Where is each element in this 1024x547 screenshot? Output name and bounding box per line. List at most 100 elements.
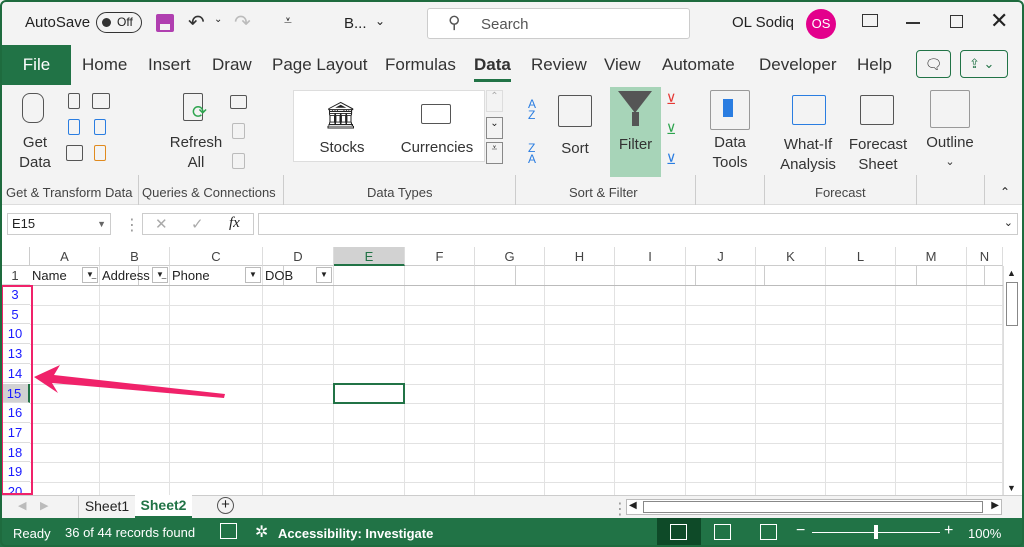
zoom-out-icon[interactable]: − — [796, 522, 805, 540]
data-tools-button[interactable]: Data Tools — [705, 87, 755, 177]
doc-name-chevron-icon[interactable]: ⌄ — [375, 14, 385, 28]
page-layout-view-icon[interactable] — [714, 524, 731, 540]
column-header-M[interactable]: M — [896, 247, 967, 266]
tab-draw[interactable]: Draw — [212, 55, 252, 75]
column-header-H[interactable]: H — [545, 247, 615, 266]
comments-button[interactable]: 🗨 — [916, 50, 951, 78]
advanced-filter-icon[interactable]: ⊻ — [666, 151, 676, 168]
header-cell[interactable]: Phone ▼ — [172, 267, 261, 283]
macro-recording-icon[interactable] — [220, 523, 237, 539]
header-cell[interactable]: Name ▼̲ — [32, 267, 98, 283]
tab-home[interactable]: Home — [82, 55, 127, 75]
horizontal-scrollbar[interactable]: ◀ ▶ — [626, 499, 1002, 515]
undo-dropdown-icon[interactable]: ⌄ — [214, 14, 222, 25]
header-cell[interactable]: DOB ▼ — [265, 267, 332, 283]
from-text-icon[interactable] — [68, 93, 80, 109]
collapse-ribbon-icon[interactable]: ⌃ — [1000, 185, 1010, 199]
reapply-filter-icon[interactable]: ⊻ — [666, 121, 676, 138]
column-header-B[interactable]: B — [100, 247, 170, 266]
name-box[interactable]: E15 ▼ — [7, 213, 111, 235]
column-header-K[interactable]: K — [756, 247, 826, 266]
properties-icon[interactable] — [232, 123, 245, 139]
column-header-F[interactable]: F — [405, 247, 475, 266]
scroll-left-icon[interactable]: ◀ — [18, 499, 26, 512]
forecast-sheet-button[interactable]: Forecast Sheet — [846, 87, 910, 177]
insert-function-icon[interactable]: fx — [229, 215, 240, 232]
filter-button[interactable]: Filter — [610, 87, 661, 177]
stocks-button[interactable]: 🏛 Stocks — [312, 96, 372, 158]
from-picture-icon[interactable] — [92, 93, 110, 109]
filter-dropdown-icon[interactable]: ▼ — [245, 267, 261, 283]
filter-applied-dropdown-icon[interactable]: ▼̲ — [152, 267, 168, 283]
clear-filter-icon[interactable]: ⊻ — [666, 91, 676, 108]
normal-view-button[interactable] — [657, 518, 701, 547]
recent-sources-icon[interactable] — [94, 119, 106, 135]
column-header-L[interactable]: L — [826, 247, 896, 266]
tab-help[interactable]: Help — [857, 55, 892, 75]
search-input[interactable]: ⚲ Search — [427, 8, 690, 39]
avatar[interactable]: OS — [806, 9, 836, 39]
tab-insert[interactable]: Insert — [148, 55, 191, 75]
filter-applied-dropdown-icon[interactable]: ▼̲ — [82, 267, 98, 283]
zoom-slider[interactable] — [812, 525, 940, 539]
refresh-all-button[interactable]: ⟳ Refresh All — [165, 85, 227, 175]
accessibility-icon[interactable]: ✲ — [255, 522, 268, 542]
cancel-icon[interactable]: ✕ — [155, 215, 168, 233]
active-cell[interactable] — [333, 382, 405, 405]
sheet-tab-sheet2[interactable]: Sheet2 — [135, 495, 192, 518]
filter-dropdown-icon[interactable]: ▼ — [316, 267, 332, 283]
column-header-C[interactable]: C — [170, 247, 263, 266]
tab-page-layout[interactable]: Page Layout — [272, 55, 367, 75]
queries-connections-icon[interactable] — [230, 95, 247, 109]
scroll-right-icon[interactable]: ▶ — [40, 499, 48, 512]
row-header-1[interactable]: 1 — [0, 266, 30, 285]
get-data-button[interactable]: Get Data — [10, 85, 60, 175]
zoom-in-icon[interactable]: + — [944, 522, 953, 540]
save-icon[interactable] — [156, 14, 174, 32]
maximize-icon[interactable] — [950, 15, 963, 28]
tab-file[interactable]: File — [2, 45, 71, 85]
user-name[interactable]: OL Sodiq — [732, 14, 794, 31]
autosave-toggle[interactable]: Off — [96, 12, 142, 33]
column-header-A[interactable]: A — [30, 247, 100, 266]
edit-links-icon[interactable] — [232, 153, 245, 169]
gallery-down-icon[interactable]: ⌄ — [486, 117, 503, 139]
sort-z-a-icon[interactable]: ZA — [528, 142, 536, 165]
existing-connections-icon[interactable] — [94, 145, 106, 161]
share-button[interactable]: ⇪ ⌄ — [960, 50, 1008, 78]
gallery-up-icon[interactable]: ⌃ — [486, 90, 503, 112]
tab-formulas[interactable]: Formulas — [385, 55, 456, 75]
column-header-D[interactable]: D — [263, 247, 334, 266]
page-break-view-icon[interactable] — [760, 524, 777, 540]
zoom-level[interactable]: 100% — [968, 526, 1001, 541]
minimize-icon[interactable] — [906, 22, 920, 24]
outline-button[interactable]: Outline ⌄ — [922, 87, 978, 177]
add-sheet-icon[interactable]: + — [217, 497, 234, 514]
redo-icon[interactable]: ↷ — [234, 10, 251, 35]
sheet-tab-sheet1[interactable]: Sheet1 — [78, 496, 135, 518]
tab-developer[interactable]: Developer — [759, 55, 837, 75]
from-web-icon[interactable] — [68, 119, 80, 135]
from-table-icon[interactable] — [66, 145, 83, 161]
customize-toolbar-icon[interactable]: ⩡ — [284, 12, 292, 29]
select-all-button[interactable] — [0, 247, 30, 266]
undo-icon[interactable]: ↶ — [188, 10, 205, 35]
tab-data[interactable]: Data — [474, 55, 511, 82]
vertical-scrollbar[interactable]: ▲ ▼ — [1003, 266, 1019, 495]
tab-automate[interactable]: Automate — [662, 55, 735, 75]
column-header-G[interactable]: G — [475, 247, 545, 266]
column-header-E[interactable]: E — [334, 247, 405, 266]
formula-input[interactable]: ⌄ — [258, 213, 1018, 235]
close-icon[interactable]: ✕ — [990, 8, 1008, 34]
gallery-more-icon[interactable]: ⩡ — [486, 142, 503, 164]
tab-view[interactable]: View — [604, 55, 641, 75]
column-header-I[interactable]: I — [615, 247, 686, 266]
header-cell[interactable]: Address ▼̲ — [102, 267, 168, 283]
what-if-analysis-button[interactable]: What-If Analysis — [772, 87, 844, 177]
column-header-N[interactable]: N — [967, 247, 1003, 266]
tab-review[interactable]: Review — [531, 55, 587, 75]
ribbon-display-icon[interactable] — [862, 14, 878, 27]
enter-icon[interactable]: ✓ — [191, 215, 204, 233]
currencies-button[interactable]: Currencies — [397, 96, 477, 158]
accessibility-status[interactable]: Accessibility: Investigate — [278, 526, 433, 541]
